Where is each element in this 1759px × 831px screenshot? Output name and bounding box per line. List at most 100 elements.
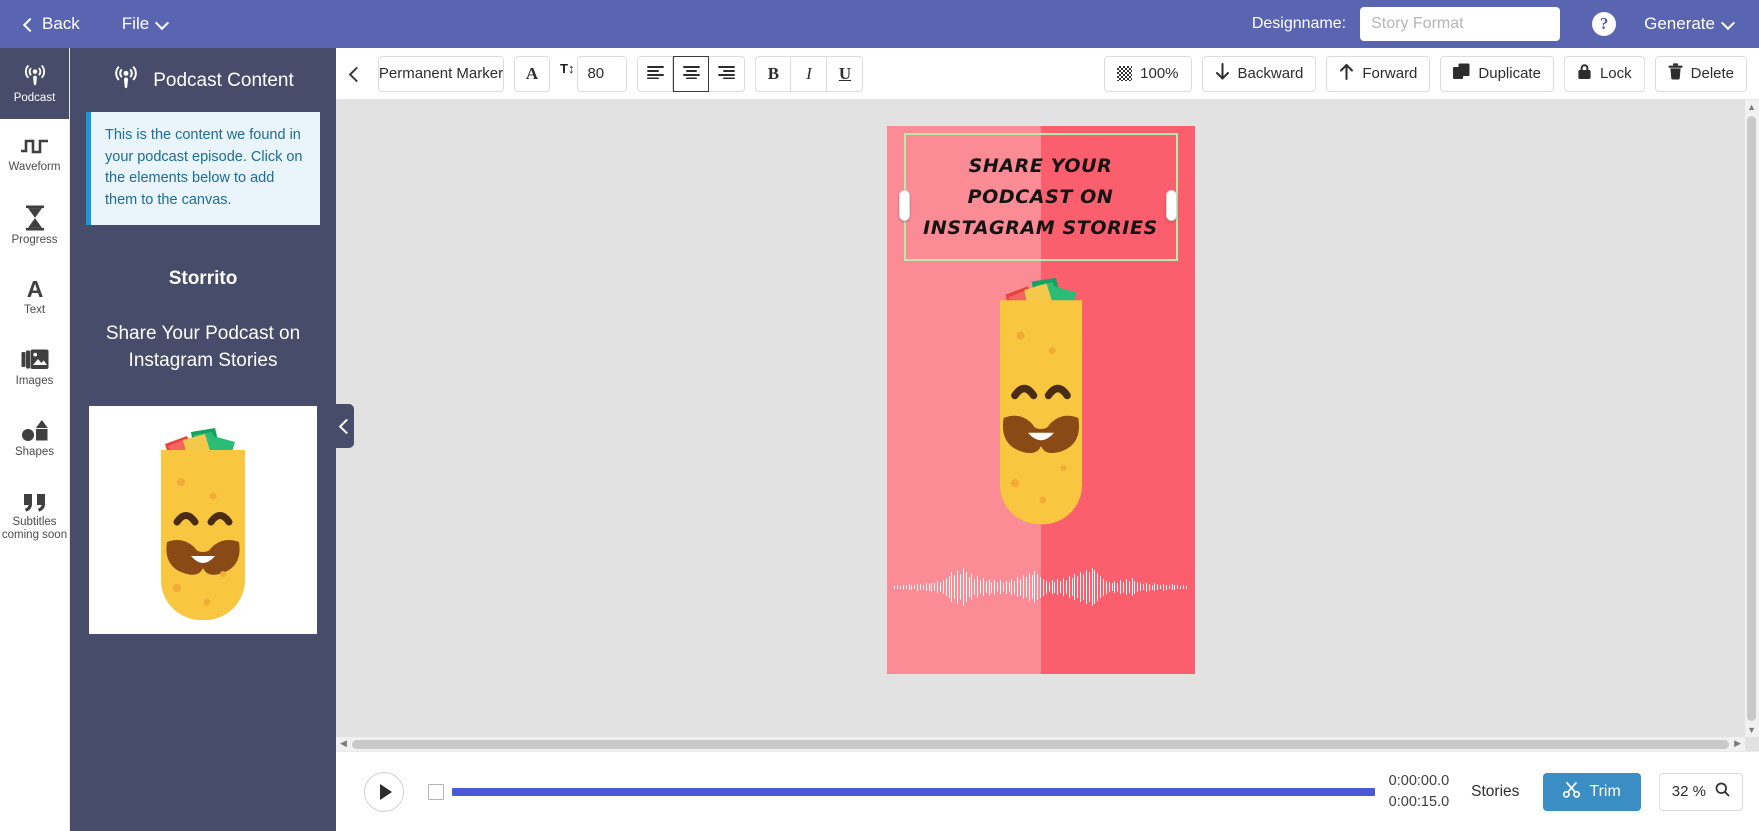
duplicate-button[interactable]: Duplicate [1440,55,1554,92]
zoom-control[interactable]: 32 % [1658,772,1743,811]
scissors-icon [1563,781,1581,803]
waveform-bar [1163,583,1164,591]
waveform-bar [928,583,930,591]
help-glyph: ? [1599,14,1609,33]
delete-button[interactable]: Delete [1654,55,1747,92]
app-body: Podcast Waveform Progress A Text Images … [0,48,1759,831]
story-canvas[interactable]: Share your Podcast on Instagram Stories [886,126,1195,674]
canvas-waveform[interactable] [894,558,1187,616]
waveform-bar [1071,578,1073,596]
podcast-icon [22,63,48,89]
timeline-progress[interactable] [452,787,1375,796]
episode-title[interactable]: Share Your Podcast on Instagram Stories [70,320,336,374]
timeline-track[interactable] [428,780,1375,804]
sidebar-item-images[interactable]: Images [0,332,69,403]
canvas-burrito-image[interactable] [985,266,1097,566]
back-button[interactable]: Back [18,10,86,38]
info-alert-text: This is the content we found in your pod… [105,127,303,208]
waveform-bar [1082,574,1084,600]
opacity-button[interactable]: 100% [1104,55,1192,92]
waveform-bar [934,583,936,591]
sidebar-item-subtitles[interactable]: Subtitles coming soon [0,474,69,560]
horizontal-scrollbar[interactable] [336,737,1745,751]
generate-button[interactable]: Generate [1638,10,1739,38]
selected-text-element[interactable]: Share your Podcast on Instagram Stories [903,133,1178,261]
resize-handle-left[interactable] [898,190,910,221]
align-right-button[interactable] [709,55,746,92]
font-family-select[interactable]: Permanent Marker [378,55,504,92]
chevron-left-icon [339,420,351,432]
lock-button[interactable]: Lock [1563,55,1645,92]
designname-input[interactable] [1360,7,1561,41]
waveform-bar [1154,583,1156,591]
italic-button[interactable]: I [791,55,828,92]
podcast-name[interactable]: Storrito [70,268,336,290]
align-center-button[interactable] [673,55,710,92]
burrito-artwork [999,277,1082,525]
resize-handle-right[interactable] [1165,190,1177,221]
format-label: Stories [1471,782,1520,800]
vertical-scrollbar[interactable] [1745,100,1759,737]
scroll-left-arrow-icon[interactable]: ◀ [340,738,347,749]
trim-button[interactable]: Trim [1543,772,1641,811]
forward-label: Forward [1362,65,1418,82]
horizontal-scrollbar-thumb[interactable] [352,739,1729,749]
podcast-icon [112,64,140,97]
panel-collapse-toggle[interactable] [336,403,354,448]
lock-label: Lock [1599,65,1632,82]
waveform-bar [1148,583,1150,591]
waveform-bar [1054,581,1056,593]
sidebar-item-shapes[interactable]: Shapes [0,403,69,474]
file-menu-button[interactable]: File [116,10,173,38]
align-left-button[interactable] [637,55,674,92]
bold-button[interactable]: B [755,55,792,92]
text-color-button[interactable]: A [514,55,550,92]
time-current: 0:00:00.0 [1388,772,1450,789]
sidebar-item-progress[interactable]: Progress [0,190,69,261]
bring-forward-button[interactable]: Forward [1326,55,1431,92]
send-backward-button[interactable]: Backward [1201,55,1317,92]
waveform-bar [1131,578,1133,596]
quote-icon [22,493,48,513]
sidebar-item-text[interactable]: A Text [0,261,69,332]
toolbar-collapse-button[interactable] [344,59,366,89]
waveform-bar [1085,570,1087,604]
sidebar-item-waveform[interactable]: Waveform [0,119,69,190]
arrow-up-icon [1339,63,1354,84]
waveform-bar [965,572,967,602]
underline-button[interactable]: U [827,55,864,92]
font-size-input[interactable] [577,55,628,92]
waveform-bar [1051,580,1053,594]
waveform-bar [942,580,944,594]
chevron-left-icon [349,68,361,80]
timeline-handle[interactable] [428,783,444,800]
waveform-bar [1002,582,1004,592]
waveform-bar [1117,582,1119,592]
waveform-bar [1151,584,1153,590]
waveform-bar [951,572,953,602]
episode-thumbnail[interactable] [89,406,317,634]
scroll-right-arrow-icon[interactable]: ▶ [1734,738,1741,749]
sidebar-item-podcast[interactable]: Podcast [0,48,69,119]
waveform-bar [1077,576,1079,598]
waveform-bar [1034,571,1036,603]
scroll-down-arrow-icon[interactable]: ▼ [1747,725,1756,735]
trim-label: Trim [1589,782,1621,800]
waveform-bar [1017,577,1019,597]
sidebar-item-label: Subtitles coming soon [1,515,68,541]
sidebar-item-label: Waveform [8,160,61,173]
left-icon-rail: Podcast Waveform Progress A Text Images … [0,48,70,831]
player-bar: 0:00:00.0 0:00:15.0 Stories Trim 32 % [336,751,1759,831]
waveform-bar [980,580,981,594]
play-button[interactable] [364,771,404,812]
magnifier-icon [1715,782,1730,801]
help-icon[interactable]: ? [1592,12,1617,36]
waveform-bar [1185,585,1187,589]
waveform-bar [1111,583,1113,591]
vertical-scrollbar-thumb[interactable] [1747,116,1756,721]
canvas-area[interactable]: Share your Podcast on Instagram Stories [336,100,1759,751]
scroll-up-arrow-icon[interactable]: ▲ [1747,102,1756,112]
waveform-bar [1168,585,1170,589]
italic-icon: I [806,63,812,83]
waveform-bar [1160,585,1162,589]
